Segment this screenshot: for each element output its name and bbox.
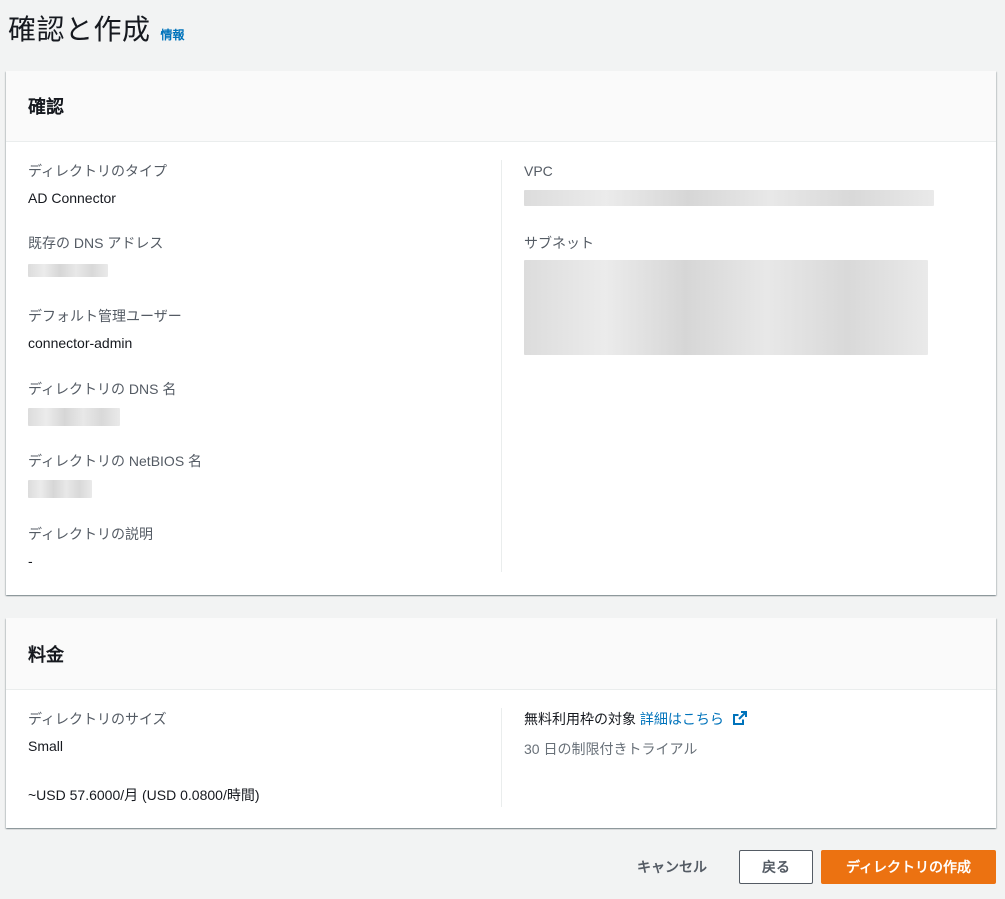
vpc-redacted xyxy=(524,190,934,206)
free-tier-label: 無料利用枠の対象 xyxy=(524,711,636,727)
free-tier-row: 無料利用枠の対象 詳細はこちら xyxy=(524,709,748,731)
directory-type-field: ディレクトリのタイプ AD Connector xyxy=(28,161,167,208)
directory-size-field: ディレクトリのサイズ Small xyxy=(28,709,167,756)
netbios-field: ディレクトリの NetBIOS 名 xyxy=(28,451,202,498)
dns-name-field: ディレクトリの DNS 名 xyxy=(28,379,176,426)
cancel-button[interactable]: キャンセル xyxy=(637,857,707,877)
create-directory-button[interactable]: ディレクトリの作成 xyxy=(820,850,996,884)
pricing-panel-title: 料金 xyxy=(28,644,64,665)
directory-type-label: ディレクトリのタイプ xyxy=(28,163,168,179)
pricing-panel-header: 料金 xyxy=(6,618,996,690)
default-admin-field: デフォルト管理ユーザー connector-admin xyxy=(28,306,182,353)
details-link[interactable]: 詳細はこちら xyxy=(640,711,724,727)
page-title: 確認と作成 xyxy=(8,14,151,45)
pricing-column-divider xyxy=(501,708,502,807)
subnet-label: サブネット xyxy=(524,235,594,251)
page-header: 確認と作成 情報 xyxy=(8,8,185,48)
trial-text: 30 日の制限付きトライアル xyxy=(524,741,698,757)
description-field: ディレクトリの説明 - xyxy=(28,524,153,571)
column-divider xyxy=(501,160,502,572)
subnet-redacted xyxy=(524,260,928,355)
description-label: ディレクトリの説明 xyxy=(28,526,154,542)
footer-actions: キャンセル 戻る ディレクトリの作成 xyxy=(637,850,996,884)
dns-address-redacted xyxy=(28,264,108,277)
subnet-field: サブネット xyxy=(524,233,928,355)
pricing-panel-body: ディレクトリのサイズ Small ~USD 57.6000/月 (USD 0.0… xyxy=(6,690,996,828)
directory-size-value: Small xyxy=(28,738,64,754)
review-panel-title: 確認 xyxy=(28,97,64,117)
info-link[interactable]: 情報 xyxy=(161,26,185,43)
directory-type-value: AD Connector xyxy=(28,190,116,206)
dns-name-label: ディレクトリの DNS 名 xyxy=(28,381,177,397)
netbios-label: ディレクトリの NetBIOS 名 xyxy=(28,453,203,469)
vpc-label: VPC xyxy=(524,163,553,179)
netbios-redacted xyxy=(28,480,92,498)
default-admin-value: connector-admin xyxy=(28,335,133,351)
back-button[interactable]: 戻る xyxy=(738,850,813,884)
description-value: - xyxy=(28,553,33,569)
pricing-panel: 料金 ディレクトリのサイズ Small ~USD 57.6000/月 (USD … xyxy=(6,618,996,828)
price-value: ~USD 57.6000/月 (USD 0.0800/時間) xyxy=(28,787,260,803)
external-link-icon[interactable] xyxy=(732,710,748,731)
dns-address-field: 既存の DNS アドレス xyxy=(28,233,163,277)
review-panel: 確認 ディレクトリのタイプ AD Connector 既存の DNS アドレス … xyxy=(6,71,996,595)
dns-address-label: 既存の DNS アドレス xyxy=(28,235,164,251)
free-tier-field: 無料利用枠の対象 詳細はこちら 30 日の制限付きトライアル xyxy=(524,709,748,759)
dns-name-redacted xyxy=(28,408,120,426)
directory-size-label: ディレクトリのサイズ xyxy=(28,711,167,727)
vpc-field: VPC xyxy=(524,161,934,206)
price-field: ~USD 57.6000/月 (USD 0.0800/時間) xyxy=(28,785,260,805)
default-admin-label: デフォルト管理ユーザー xyxy=(28,308,182,324)
review-panel-header: 確認 xyxy=(6,71,996,142)
review-panel-body: ディレクトリのタイプ AD Connector 既存の DNS アドレス デフォ… xyxy=(6,142,996,595)
